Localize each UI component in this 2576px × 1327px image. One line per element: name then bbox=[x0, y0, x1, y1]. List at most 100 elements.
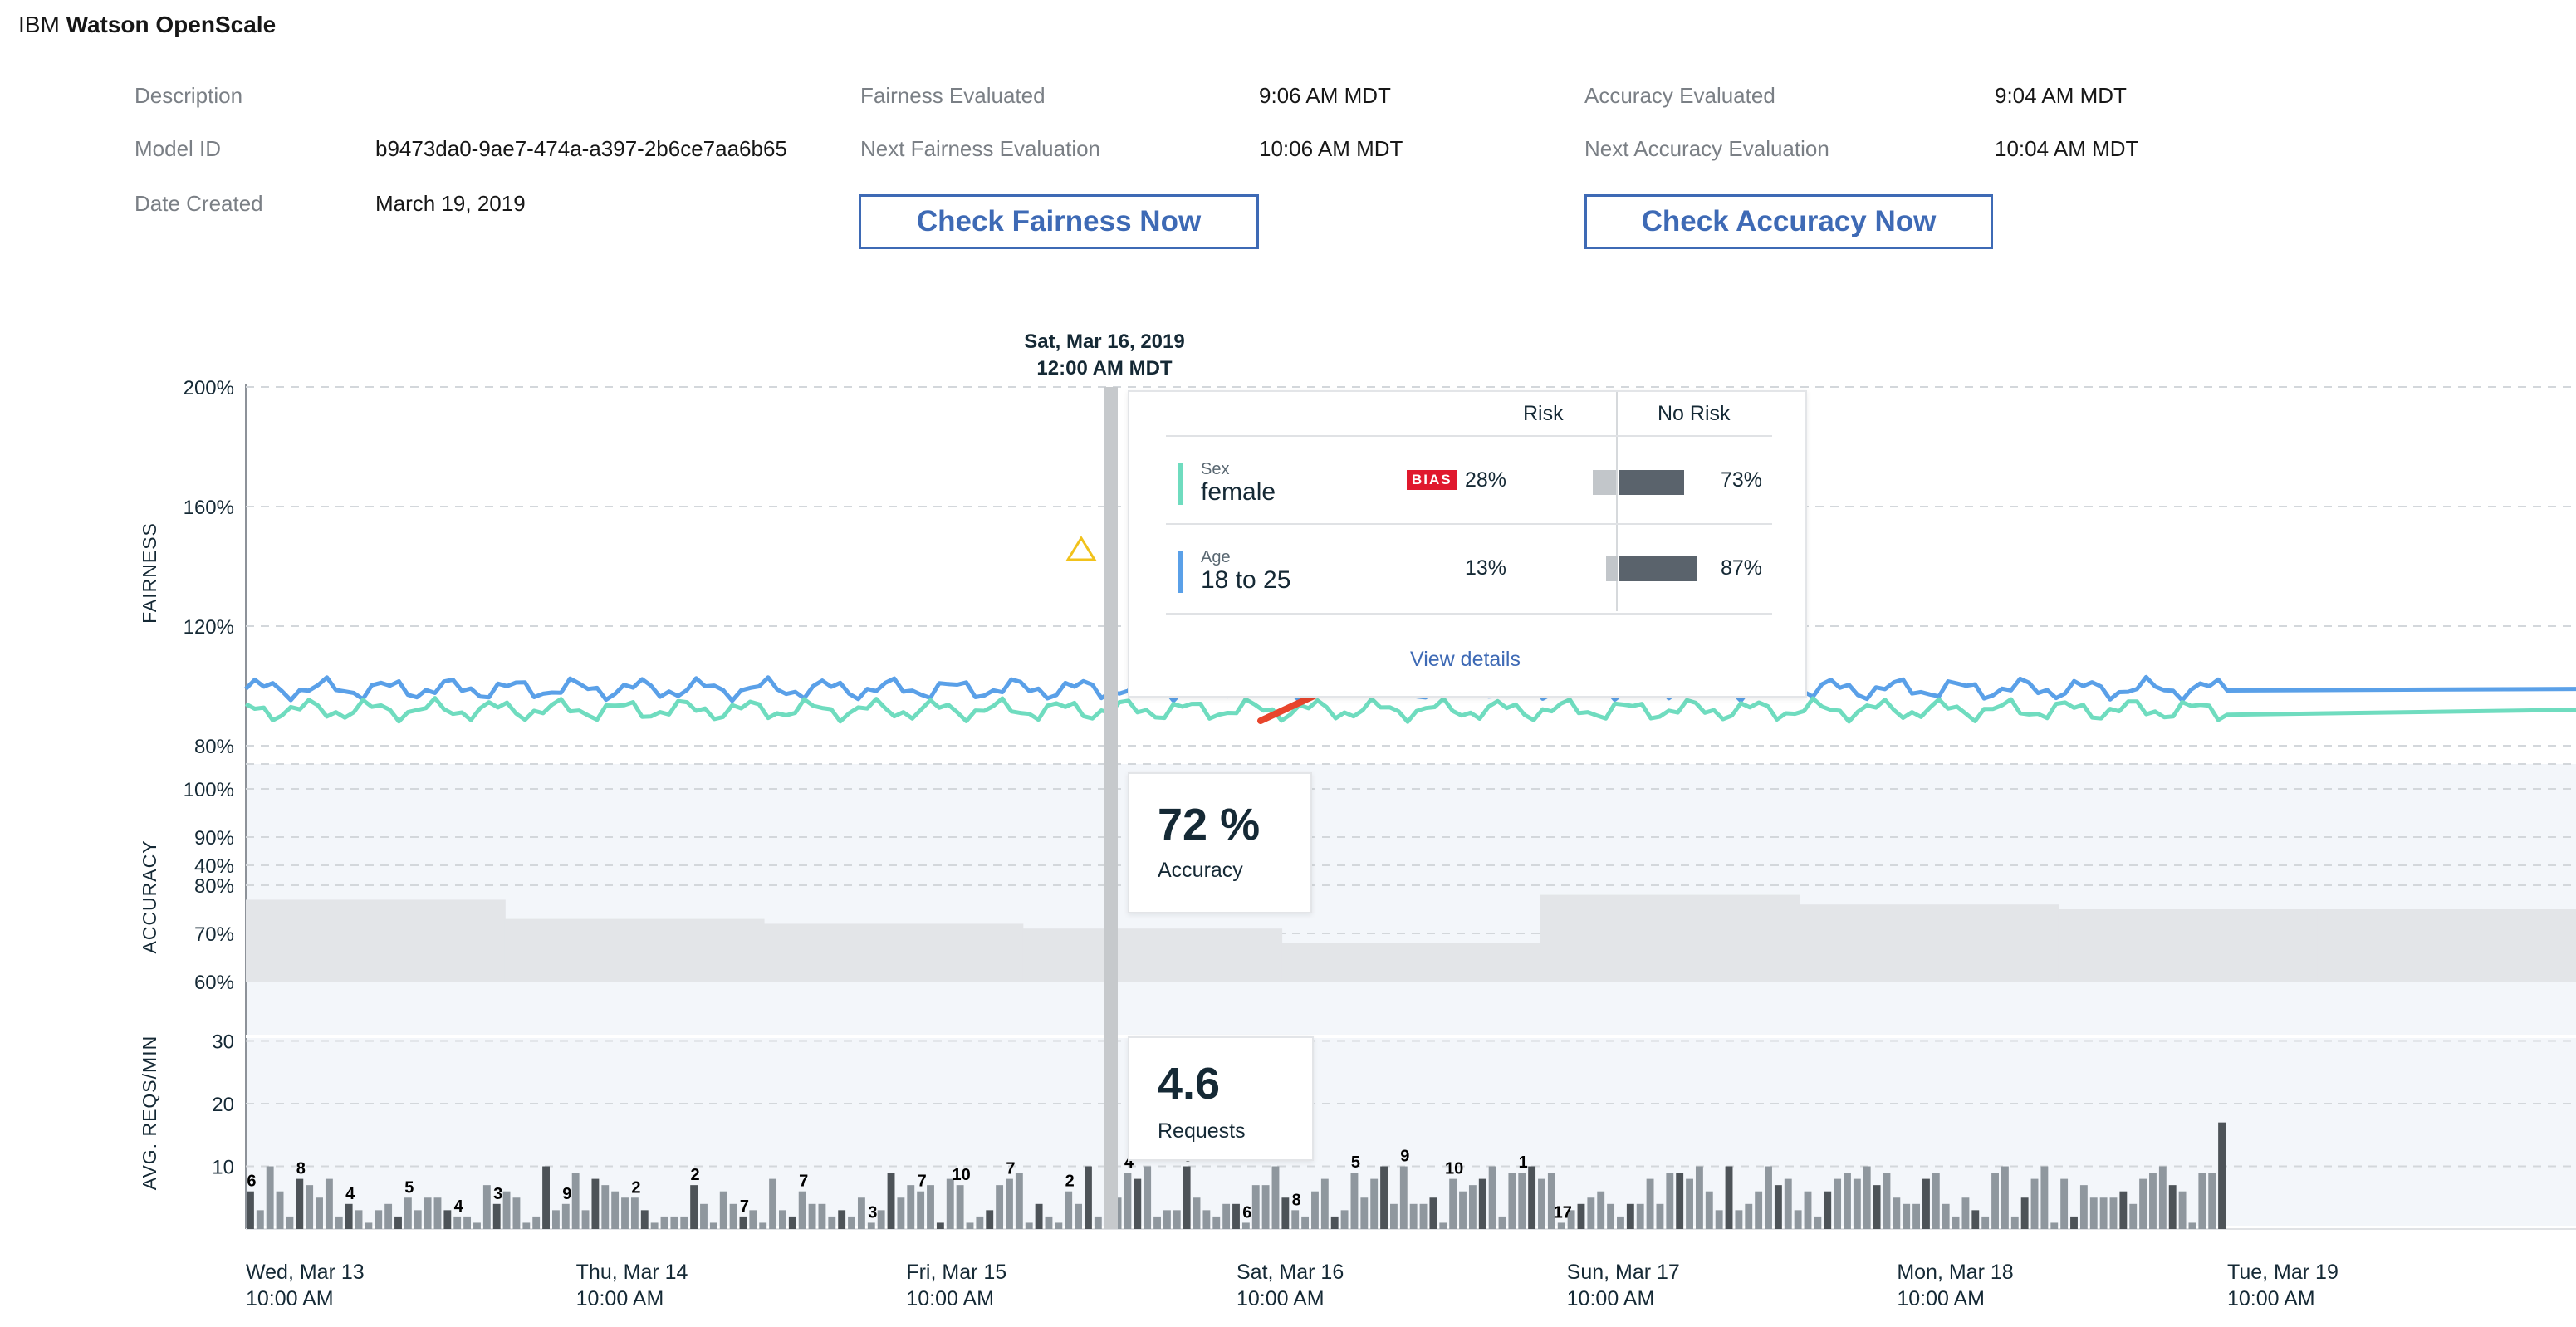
request-bar bbox=[630, 1197, 639, 1229]
request-bar bbox=[551, 1210, 560, 1229]
request-bar bbox=[2010, 1216, 2019, 1229]
request-bar bbox=[1409, 1203, 1418, 1229]
request-bar bbox=[1251, 1185, 1260, 1229]
request-bar bbox=[828, 1216, 836, 1229]
age-risk-bar bbox=[1606, 556, 1618, 581]
request-bar bbox=[867, 1222, 875, 1229]
view-details-link[interactable]: View details bbox=[1410, 648, 1521, 672]
request-bar bbox=[463, 1216, 472, 1229]
request-bar bbox=[1281, 1197, 1290, 1229]
request-bar bbox=[1587, 1197, 1595, 1229]
request-bar bbox=[1745, 1203, 1753, 1229]
x-axis-date-label: Thu, Mar 14 bbox=[576, 1261, 688, 1284]
bias-badge: BIAS bbox=[1407, 470, 1457, 490]
age-color-swatch bbox=[1178, 551, 1183, 593]
no-risk-column-header: No Risk bbox=[1658, 402, 1731, 425]
request-bar bbox=[1774, 1185, 1782, 1229]
request-bar bbox=[1765, 1166, 1772, 1229]
request-bar bbox=[1725, 1166, 1733, 1229]
request-bar-label: 8 bbox=[1292, 1191, 1301, 1209]
request-bar bbox=[1006, 1178, 1013, 1229]
requests-tooltip-value: 4.6 bbox=[1158, 1059, 1221, 1109]
request-bar-label: 7 bbox=[1006, 1160, 1015, 1178]
request-bar bbox=[2218, 1122, 2226, 1229]
request-bar bbox=[502, 1191, 511, 1229]
request-bar bbox=[286, 1216, 294, 1229]
hover-timestamp: Sat, Mar 16, 2019 12:00 AM MDT bbox=[980, 329, 1229, 382]
request-bar bbox=[1528, 1166, 1536, 1229]
request-bar bbox=[2208, 1173, 2216, 1229]
request-bar bbox=[1705, 1191, 1713, 1229]
request-bar bbox=[660, 1216, 668, 1229]
request-bar bbox=[1695, 1166, 1703, 1229]
request-bar bbox=[1202, 1210, 1211, 1229]
request-bar-label: 3 bbox=[868, 1203, 877, 1222]
request-bar bbox=[1222, 1203, 1231, 1229]
request-bar bbox=[2079, 1185, 2088, 1229]
request-bar bbox=[542, 1166, 550, 1229]
request-bar bbox=[1025, 1222, 1033, 1229]
sex-color-swatch bbox=[1178, 463, 1183, 505]
request-bar bbox=[759, 1222, 767, 1229]
request-bar bbox=[1853, 1178, 1861, 1229]
request-bar bbox=[1626, 1203, 1634, 1229]
request-bar bbox=[818, 1203, 826, 1229]
request-bar bbox=[1320, 1178, 1329, 1229]
fairness-axis-title: FAIRNESS bbox=[139, 522, 160, 624]
accuracy-axis-title: ACCURACY bbox=[139, 840, 160, 953]
request-bar bbox=[1261, 1185, 1270, 1229]
request-bar bbox=[1035, 1203, 1043, 1229]
request-bar bbox=[1715, 1210, 1723, 1229]
request-bar bbox=[1981, 1216, 1990, 1229]
request-bar bbox=[1045, 1216, 1053, 1229]
sex-attribute-label: Sex bbox=[1201, 460, 1230, 478]
requests-tooltip: 4.6 Requests bbox=[1128, 1036, 1314, 1161]
accuracy-area-segment bbox=[763, 923, 1024, 982]
request-bar bbox=[414, 1210, 422, 1229]
x-axis-date-label: Fri, Mar 15 bbox=[906, 1261, 1006, 1284]
request-bar-label: 6 bbox=[247, 1173, 256, 1191]
request-bar bbox=[2070, 1216, 2078, 1229]
accuracy-area-segment bbox=[1799, 904, 2059, 982]
request-bar bbox=[532, 1216, 541, 1229]
request-bar bbox=[808, 1203, 816, 1229]
request-bar bbox=[1340, 1210, 1349, 1229]
accuracy-tooltip-label: Accuracy bbox=[1158, 859, 1243, 882]
request-bar-label: 5 bbox=[404, 1178, 414, 1197]
request-bar-label: 2 bbox=[1065, 1173, 1075, 1191]
request-bar bbox=[650, 1222, 659, 1229]
request-bar-label: 7 bbox=[918, 1173, 927, 1191]
request-bar-label: 2 bbox=[631, 1178, 640, 1197]
fairness-tick-label: 200% bbox=[184, 377, 234, 399]
request-bar bbox=[1784, 1178, 1792, 1229]
request-bar bbox=[709, 1222, 717, 1229]
request-bar bbox=[2188, 1222, 2196, 1229]
request-bar bbox=[443, 1210, 452, 1229]
request-bar bbox=[1971, 1210, 1980, 1229]
x-axis-time-label: 10:00 AM bbox=[246, 1287, 334, 1310]
request-bar-label: 10 bbox=[1445, 1160, 1463, 1178]
request-bar bbox=[1419, 1203, 1428, 1229]
request-bar bbox=[1183, 1166, 1191, 1229]
request-bar bbox=[2060, 1178, 2069, 1229]
request-bar bbox=[1961, 1197, 1970, 1229]
request-bar bbox=[2099, 1197, 2108, 1229]
request-bar bbox=[670, 1216, 678, 1229]
request-bar bbox=[473, 1222, 481, 1229]
request-bar bbox=[256, 1210, 264, 1229]
fairness-tick-label: 120% bbox=[184, 616, 234, 639]
request-bar bbox=[1468, 1185, 1477, 1229]
request-bar bbox=[1094, 1216, 1102, 1229]
request-bar bbox=[1291, 1210, 1300, 1229]
request-bar-label: 4 bbox=[454, 1197, 464, 1216]
request-bar bbox=[1134, 1178, 1142, 1229]
x-axis-time-label: 10:00 AM bbox=[1897, 1287, 1985, 1310]
request-bar bbox=[887, 1173, 895, 1229]
request-bar bbox=[640, 1210, 649, 1229]
request-bar bbox=[986, 1210, 994, 1229]
request-bar bbox=[1065, 1191, 1073, 1229]
fairness-line-sex bbox=[244, 696, 2576, 724]
request-bar bbox=[345, 1203, 353, 1229]
age-no-risk-value: 87% bbox=[1721, 556, 1763, 580]
request-bar bbox=[1577, 1203, 1585, 1229]
